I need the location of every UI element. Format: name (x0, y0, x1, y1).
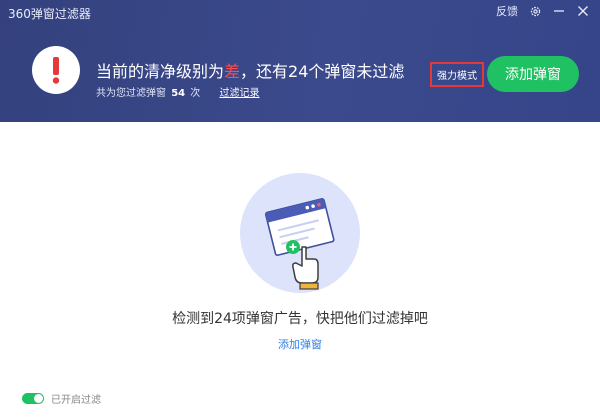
window-controls: 反馈 (496, 3, 590, 19)
filter-status-text: 已开启过滤 (51, 395, 101, 406)
filter-status-bar: 已开启过滤 (22, 391, 101, 406)
add-popup-button[interactable]: 添加弹窗 (487, 56, 579, 92)
status-headline: 当前的清净级别为差，还有24个弹窗未过滤 (96, 58, 404, 82)
filter-log-link[interactable]: 过滤记录 (219, 88, 259, 99)
stats-unit: 次 (190, 88, 201, 99)
stats-prefix: 共为您过滤弹窗 (96, 88, 166, 99)
minimize-icon[interactable] (552, 4, 566, 18)
strong-mode-button[interactable]: 强力模式 (430, 62, 484, 87)
headline-prefix: 当前的清净级别为 (96, 62, 225, 81)
filter-stats: 共为您过滤弹窗 54 次 过滤记录 (96, 84, 259, 99)
exclamation-icon (52, 57, 60, 84)
add-popup-link[interactable]: 添加弹窗 (0, 336, 600, 352)
filtered-count: 54 (171, 88, 186, 99)
feedback-link[interactable]: 反馈 (496, 3, 518, 19)
detection-message: 检测到24项弹窗广告，快把他们过滤掉吧 (172, 311, 428, 327)
popup-window-hand-icon (240, 173, 360, 293)
close-icon[interactable] (576, 4, 590, 18)
header-banner: 360弹窗过滤器 反馈 当前的清净级别为差，还有24个弹窗未过滤 共为您过滤弹窗… (0, 0, 600, 122)
clean-level-badge: 差 (224, 62, 241, 81)
filter-toggle[interactable] (22, 393, 44, 404)
gear-icon[interactable] (528, 4, 542, 18)
alert-badge (32, 46, 80, 94)
app-title: 360弹窗过滤器 (8, 7, 91, 21)
headline-suffix: ，还有24个弹窗未过滤 (240, 62, 405, 81)
